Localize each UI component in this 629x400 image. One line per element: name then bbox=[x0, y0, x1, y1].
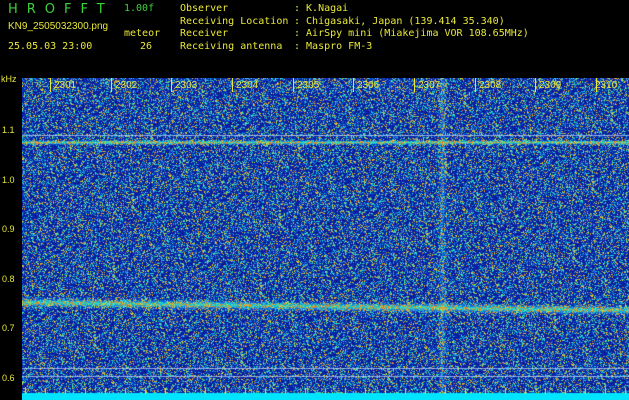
x-tick-label: 2306 bbox=[357, 80, 380, 91]
x-tick-label: 2309 bbox=[539, 80, 562, 91]
app-logo: HROFFT bbox=[8, 2, 114, 17]
x-tick-label: 2305 bbox=[297, 80, 320, 91]
y-tick-label: 1.1 bbox=[2, 125, 15, 135]
y-tick-label: 0.7 bbox=[2, 323, 15, 333]
y-axis-unit: kHz bbox=[1, 74, 17, 84]
x-tick-label: 2308 bbox=[479, 80, 502, 91]
x-tick bbox=[293, 78, 294, 92]
x-tick-label: 2301 bbox=[54, 80, 77, 91]
x-tick-label: 2307 bbox=[418, 80, 441, 91]
x-tick bbox=[475, 78, 476, 92]
meteor-count: 26 bbox=[140, 41, 153, 52]
x-tick-label: 2304 bbox=[236, 80, 259, 91]
x-tick bbox=[171, 78, 172, 92]
x-tick bbox=[111, 78, 112, 92]
y-tick-label: 0.6 bbox=[2, 373, 15, 383]
x-tick-label: 2310 bbox=[595, 80, 618, 91]
y-axis: kHz 1.1 1.0 0.9 0.8 0.7 0.6 bbox=[0, 72, 22, 400]
y-tick-label: 0.8 bbox=[2, 274, 15, 284]
info-row-antenna: Receiving antenna: Maspro FM-3 bbox=[180, 40, 373, 52]
y-tick-label: 0.9 bbox=[2, 224, 15, 234]
x-tick bbox=[535, 78, 536, 92]
x-tick bbox=[353, 78, 354, 92]
station-info: Observer: K.Nagai Receiving Location: Ch… bbox=[180, 3, 529, 53]
spectrogram-canvas[interactable] bbox=[22, 78, 629, 400]
x-tick bbox=[414, 78, 415, 92]
info-row-receiver: Receiver: AirSpy mini (Miakejima VOR 108… bbox=[180, 28, 529, 39]
x-tick bbox=[232, 78, 233, 92]
header-panel: HROFFT 1.00f KN9_2505032300.png meteor 2… bbox=[0, 0, 629, 72]
filename-label: KN9_2505032300.png bbox=[8, 21, 109, 32]
x-tick bbox=[50, 78, 51, 92]
x-tick-label: 2302 bbox=[115, 80, 138, 91]
info-row-location: Receiving Location: Chigasaki, Japan (13… bbox=[180, 15, 505, 27]
meteor-label: meteor bbox=[124, 28, 161, 39]
info-row-observer: Observer: K.Nagai bbox=[180, 3, 349, 14]
x-tick-label: 2303 bbox=[175, 80, 198, 91]
datetime-label: 25.05.03 23:00 bbox=[8, 41, 93, 52]
y-tick-label: 1.0 bbox=[2, 175, 15, 185]
version-label: 1.00f bbox=[124, 3, 155, 14]
